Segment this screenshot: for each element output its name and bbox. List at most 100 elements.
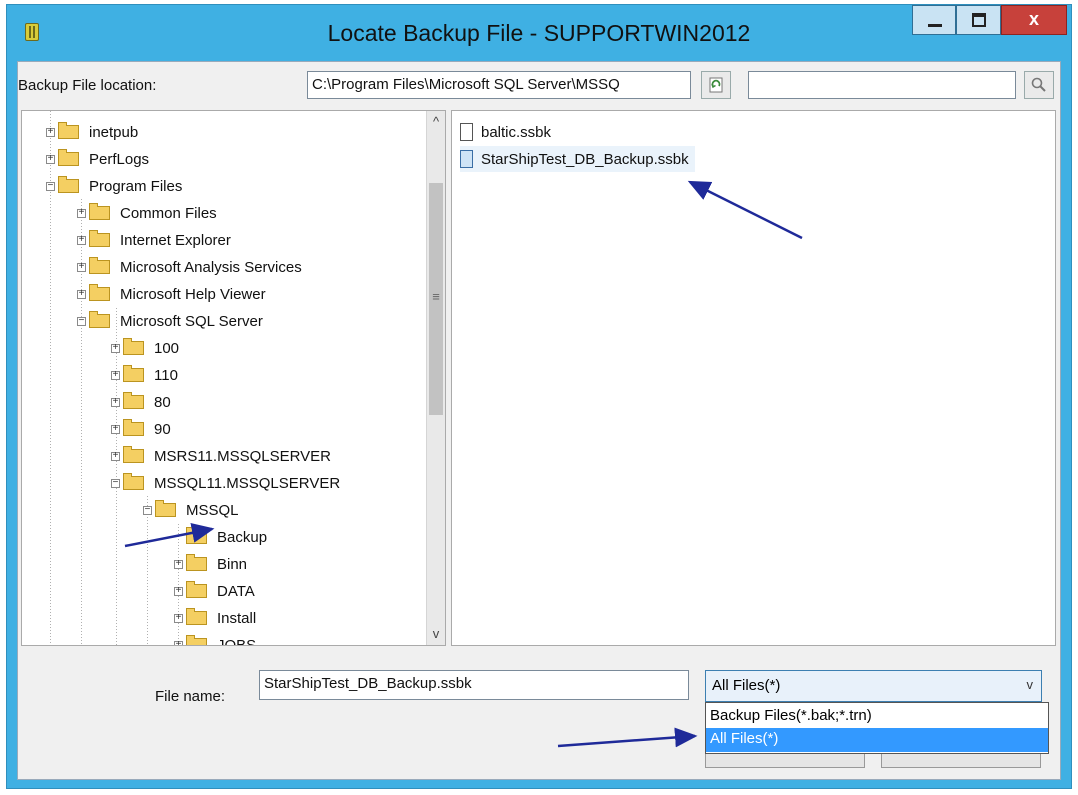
folder-tree[interactable]: + inetpub + PerfLogs − Program Files + Common F… [21, 110, 446, 646]
expand-icon[interactable]: + [111, 370, 120, 380]
expand-icon[interactable]: + [111, 397, 120, 407]
folder-icon [155, 500, 176, 517]
expand-icon[interactable]: + [174, 559, 183, 569]
scroll-up-arrow-icon[interactable]: ^ [427, 111, 445, 133]
collapse-icon[interactable]: − [111, 478, 120, 488]
tree-node-label: Binn [217, 555, 248, 573]
tree-node[interactable]: − MSSQL [143, 497, 239, 523]
expand-icon[interactable]: + [46, 154, 55, 164]
scroll-down-arrow-icon[interactable]: v [427, 623, 445, 645]
file-icon [460, 150, 473, 168]
file-type-selected: All Files(*) [712, 677, 781, 694]
dialog-body: Backup File location: C:\Program Files\M… [17, 61, 1061, 780]
tree-node[interactable]: + Microsoft Help Viewer [77, 281, 266, 307]
backup-location-label: Backup File location: [18, 77, 157, 94]
tree-node-label: 90 [154, 420, 171, 438]
dialog-window: Locate Backup File - SUPPORTWIN2012 x Ba… [6, 4, 1072, 789]
option-all-files[interactable]: All Files(*) [706, 728, 1048, 752]
tree-node[interactable]: + Common Files [77, 200, 217, 226]
file-name-input[interactable]: StarShipTest_DB_Backup.ssbk [259, 670, 689, 700]
file-list-item[interactable]: baltic.ssbk [460, 119, 551, 145]
tree-node[interactable]: + Microsoft Analysis Services [77, 254, 302, 280]
file-list-item[interactable]: StarShipTest_DB_Backup.ssbk [460, 146, 695, 172]
expand-icon[interactable]: + [77, 235, 86, 245]
folder-icon [89, 203, 110, 220]
expand-icon[interactable]: + [111, 424, 120, 434]
tree-node[interactable]: − Microsoft SQL Server [77, 308, 263, 334]
minimize-button[interactable] [912, 5, 956, 35]
tree-node-label: Internet Explorer [120, 231, 231, 249]
expand-icon[interactable]: + [77, 262, 86, 272]
backup-location-input[interactable]: C:\Program Files\Microsoft SQL Server\MS… [307, 71, 691, 99]
tree-node-label: inetpub [89, 123, 139, 141]
expand-icon[interactable]: + [174, 640, 183, 645]
tree-node[interactable]: + DATA [174, 578, 255, 604]
tree-node[interactable]: +110 [111, 362, 178, 388]
search-icon [1031, 77, 1046, 92]
refresh-icon [709, 77, 723, 93]
folder-icon [186, 608, 207, 625]
folder-icon [186, 635, 207, 645]
tree-node[interactable]: + inetpub [46, 119, 138, 145]
tree-node-label: Common Files [120, 204, 217, 222]
folder-icon [58, 149, 79, 166]
search-button[interactable] [1024, 71, 1054, 99]
folder-icon [123, 365, 144, 382]
tree-node[interactable]: + PerfLogs [46, 146, 149, 172]
tree-node-label: MSSQL [186, 501, 239, 519]
title-bar[interactable]: Locate Backup File - SUPPORTWIN2012 x [7, 5, 1071, 61]
file-type-options: Backup Files(*.bak;*.trn) All Files(*) [705, 702, 1049, 754]
folder-icon [186, 554, 207, 571]
expand-icon[interactable]: + [77, 208, 86, 218]
tree-node[interactable]: − Program Files [46, 173, 182, 199]
tree-scrollbar[interactable]: ^ ≡ v [426, 111, 445, 645]
folder-icon [89, 311, 110, 328]
tree-node[interactable]: Backup [174, 524, 267, 550]
file-list[interactable]: baltic.ssbk StarShipTest_DB_Backup.ssbk [451, 110, 1056, 646]
file-name-text: baltic.ssbk [481, 123, 552, 141]
tree-node-label: Microsoft Analysis Services [120, 258, 302, 276]
tree-node[interactable]: + Internet Explorer [77, 227, 231, 253]
option-backup-files[interactable]: Backup Files(*.bak;*.trn) [706, 705, 1048, 729]
folder-icon [123, 446, 144, 463]
chevron-down-icon: v [1026, 677, 1034, 692]
tree-node[interactable]: + Binn [174, 551, 247, 577]
close-button[interactable]: x [1001, 5, 1067, 35]
folder-icon [58, 122, 79, 139]
tree-node[interactable]: +100 [111, 335, 179, 361]
folder-icon [123, 392, 144, 409]
tree-node[interactable]: + Install [174, 605, 256, 631]
expand-icon[interactable]: + [46, 127, 55, 137]
file-type-dropdown[interactable]: All Files(*) v [705, 670, 1042, 702]
folder-icon [58, 176, 79, 193]
folder-icon [123, 338, 144, 355]
maximize-button[interactable] [956, 5, 1001, 35]
expand-icon[interactable]: + [111, 451, 120, 461]
expand-icon[interactable]: + [174, 586, 183, 596]
folder-icon [89, 230, 110, 247]
search-input[interactable] [748, 71, 1016, 99]
tree-node-label: 80 [154, 393, 171, 411]
tree-node-label: Install [217, 609, 257, 627]
tree-node-label: 100 [154, 339, 180, 357]
tree-node-label: Backup [217, 528, 268, 546]
refresh-button[interactable] [701, 71, 731, 99]
tree-node[interactable]: + MSRS11.MSSQLSERVER [111, 443, 331, 469]
tree-node[interactable]: + JOBS [174, 632, 256, 645]
tree-node-label: PerfLogs [89, 150, 150, 168]
expand-icon[interactable]: + [111, 343, 120, 353]
folder-icon [89, 284, 110, 301]
expand-icon[interactable]: + [77, 289, 86, 299]
collapse-icon[interactable]: − [77, 316, 86, 326]
collapse-icon[interactable]: − [46, 181, 55, 191]
tree-node-label: DATA [217, 582, 255, 600]
file-icon [460, 123, 473, 141]
tree-node[interactable]: +80 [111, 389, 171, 415]
collapse-icon[interactable]: − [143, 505, 152, 515]
tree-node-label: MSSQL11.MSSQLSERVER [154, 474, 341, 492]
tree-node[interactable]: +90 [111, 416, 171, 442]
folder-icon [89, 257, 110, 274]
expand-icon[interactable]: + [174, 613, 183, 623]
file-name-label: File name: [155, 688, 226, 705]
tree-node[interactable]: − MSSQL11.MSSQLSERVER [111, 470, 340, 496]
